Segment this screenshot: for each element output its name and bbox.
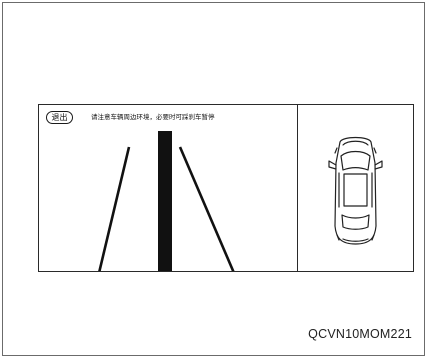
car-top-view-icon	[328, 136, 383, 245]
center-pillar	[158, 131, 172, 271]
left-guide-line	[98, 146, 131, 271]
exit-button[interactable]: 退出	[46, 111, 73, 124]
figure-code: QCVN10MOM221	[308, 327, 412, 341]
camera-view	[98, 131, 235, 271]
warning-text: 请注意车辆周边环境，必要时可踩刹车暂停	[91, 113, 215, 121]
display-screen: 退出 请注意车辆周边环境，必要时可踩刹车暂停	[38, 104, 414, 272]
right-guide-line	[178, 146, 235, 271]
page-frame: 退出 请注意车辆周边环境，必要时可踩刹车暂停 QCVN10MOM221	[2, 2, 425, 356]
